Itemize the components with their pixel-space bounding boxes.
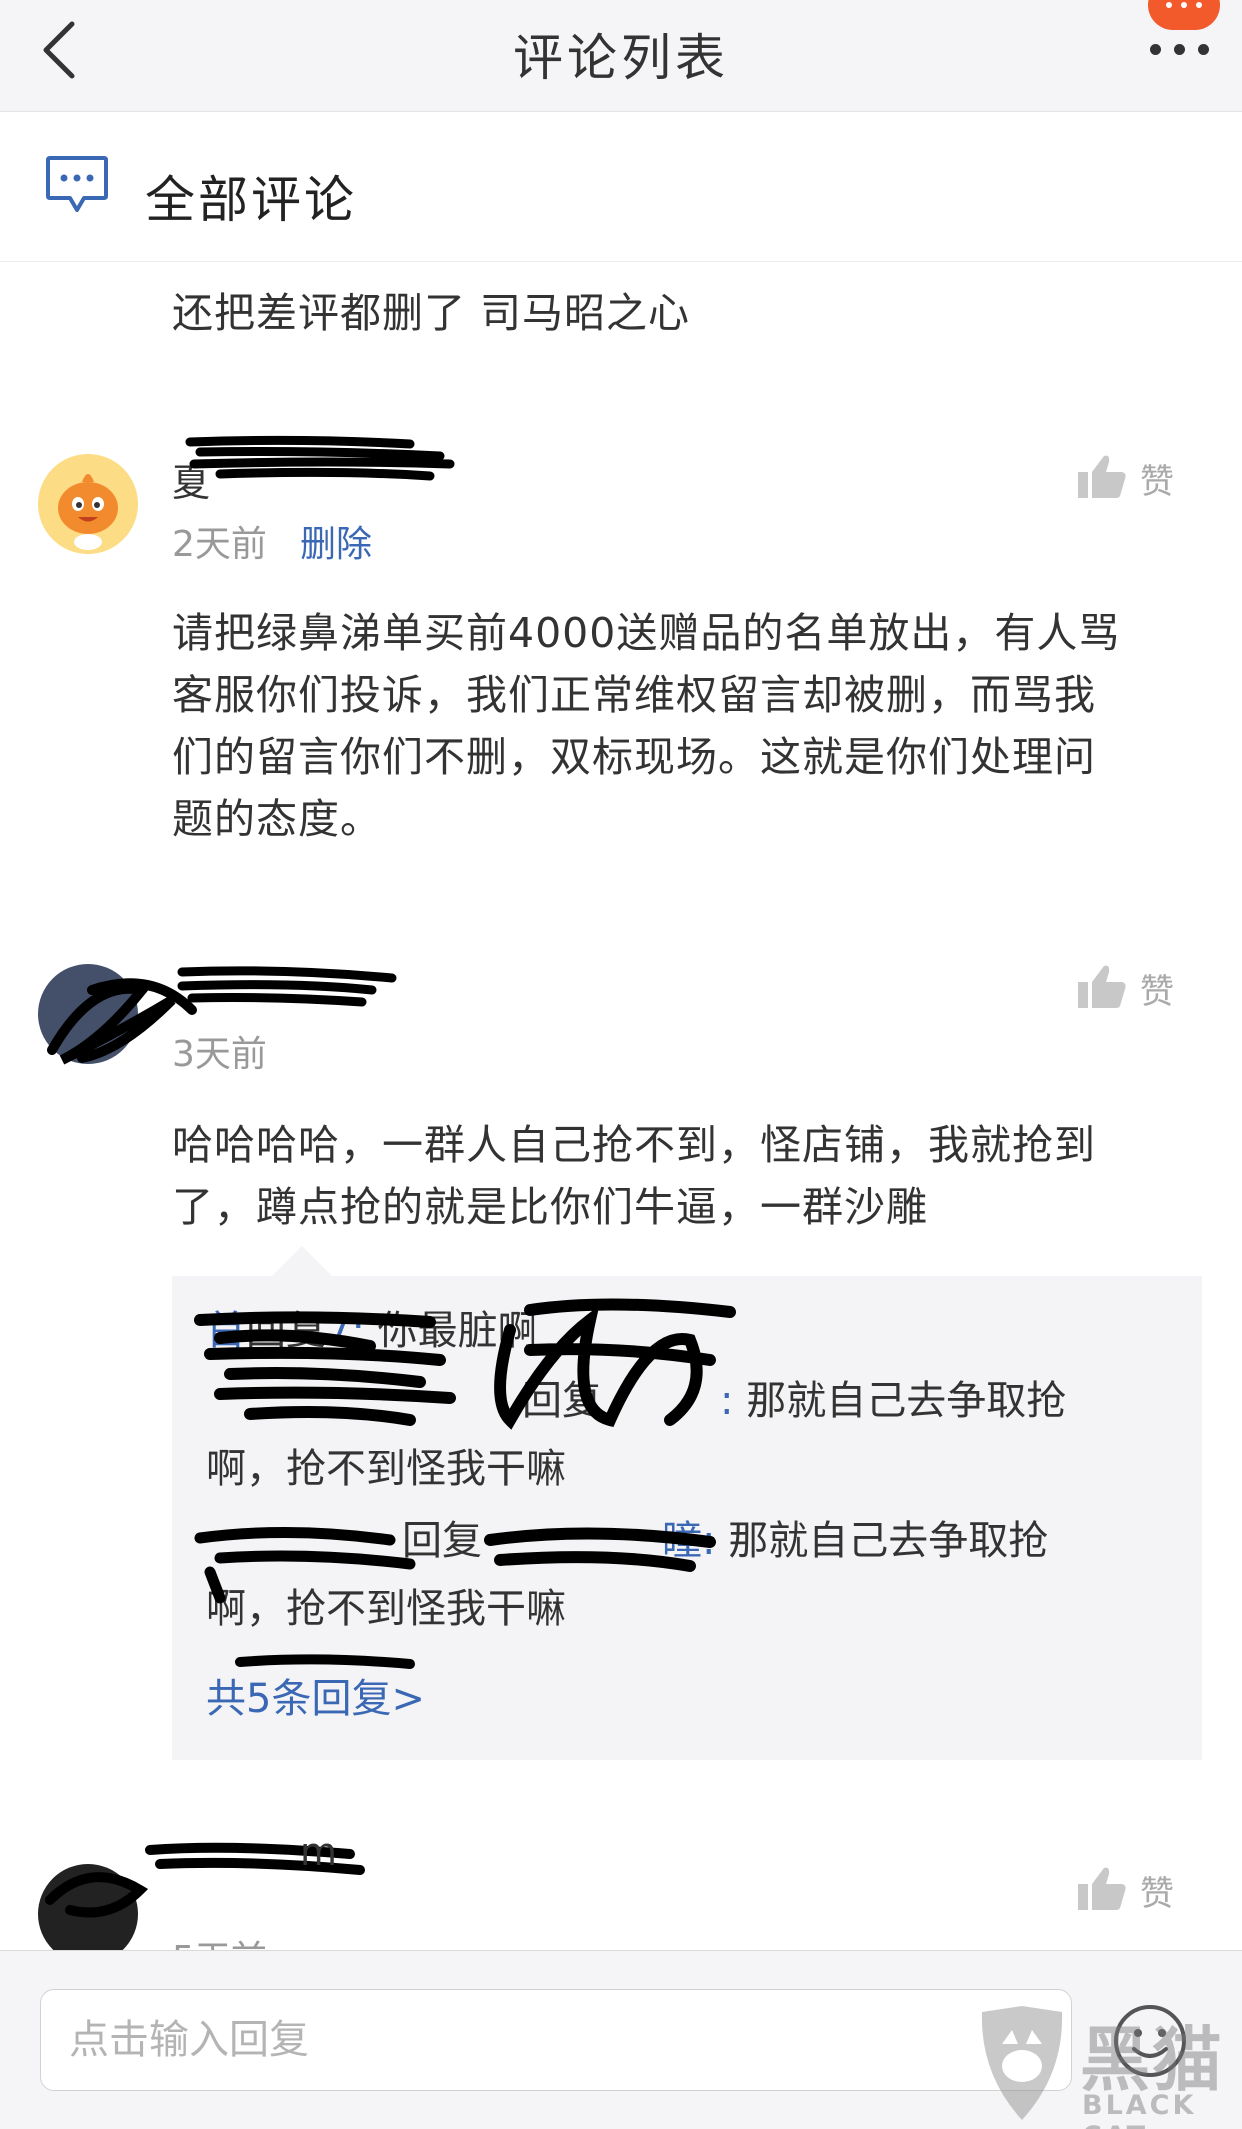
comment-line: 哈哈哈哈，一群人自己抢不到，怪店铺，我就抢到 xyxy=(172,1121,1096,1169)
reply-target[interactable]: 瞳: xyxy=(662,1518,715,1564)
reply-item[interactable]: 回复: 那就自己去争取抢 xyxy=(522,1366,1066,1436)
reply-continuation: 啊，抢不到怪我干嘛 xyxy=(206,1446,566,1492)
comment-time: 3天前 xyxy=(172,1034,267,1075)
like-label: 赞 xyxy=(1140,462,1174,502)
like-button[interactable]: 赞 xyxy=(1076,958,1196,1018)
comment-username[interactable]: m xyxy=(300,1830,337,1874)
blackcat-watermark: 黑猫 BLACK CAT xyxy=(970,2000,1242,2129)
comment-body: 哈哈哈哈，一群人自己抢不到，怪店铺，我就抢到 了，蹲点抢的就是比你们牛逼，一群沙… xyxy=(172,1114,1096,1238)
comment-line: 请把绿鼻涕单买前4000送赠品的名单放出，有人骂 xyxy=(172,609,1121,657)
reply-author[interactable]: 首 xyxy=(206,1308,246,1354)
mascot-avatar-icon xyxy=(38,454,138,554)
thumbs-up-icon xyxy=(1078,455,1126,498)
reply-verb: 回复 xyxy=(522,1378,602,1424)
previous-comment-text: 还把差评都删了 司马昭之心 xyxy=(172,289,691,337)
like-button[interactable]: 赞 xyxy=(1076,1860,1196,1920)
notification-badge xyxy=(1148,0,1220,30)
like-button[interactable]: 赞 xyxy=(1076,448,1196,508)
reply-text: 那就自己去争取抢 xyxy=(728,1518,1049,1564)
avatar[interactable] xyxy=(38,1864,138,1964)
more-replies-link[interactable]: 共5条回复> xyxy=(206,1666,425,1724)
section-title: 全部评论 xyxy=(145,171,357,229)
like-label: 赞 xyxy=(1140,972,1174,1012)
comment-line: 了，蹲点抢的就是比你们牛逼，一群沙雕 xyxy=(172,1183,928,1231)
reply-verb: 回复 xyxy=(402,1518,482,1564)
avatar[interactable] xyxy=(38,454,138,554)
watermark-en: BLACK CAT xyxy=(1082,2090,1197,2129)
cat-shield-logo-icon xyxy=(981,2006,1063,2120)
reply-text: 你最脏啊 xyxy=(377,1308,538,1354)
comment-bubble-icon xyxy=(46,156,108,212)
comment-line: 们的留言你们不删，双标现场。这就是你们处理问 xyxy=(172,733,1096,781)
redaction-scribble xyxy=(185,435,455,481)
page-title: 评论列表 xyxy=(513,29,729,87)
comment-time: 2天前 xyxy=(172,524,267,565)
more-options-icon[interactable] xyxy=(1142,38,1222,62)
reply-target[interactable]: 7: xyxy=(326,1308,365,1354)
reply-item[interactable]: 回复 瞳: 那就自己去争取抢 xyxy=(402,1506,1048,1576)
all-comments-header: 全部评论 xyxy=(0,112,1242,262)
reply-thread: 首回复7: 你最脏啊 回复: 那就自己去争取抢 啊，抢不到怪我干嘛 回复 瞳: 那… xyxy=(172,1246,1202,1760)
reply-text: 那就自己去争取抢 xyxy=(746,1378,1067,1424)
reply-verb: 回复 xyxy=(246,1308,326,1354)
thumbs-up-icon xyxy=(1078,965,1126,1008)
avatar[interactable] xyxy=(38,964,138,1064)
reply-continuation: 啊，抢不到怪我干嘛 xyxy=(206,1586,566,1632)
comment-body: 请把绿鼻涕单买前4000送赠品的名单放出，有人骂 客服你们投诉，我们正常维权留言… xyxy=(172,602,1120,850)
delete-link[interactable]: 删除 xyxy=(300,515,372,567)
like-label: 赞 xyxy=(1140,1874,1174,1914)
comment-username[interactable]: 夏 xyxy=(172,452,210,507)
reply-target[interactable]: : xyxy=(720,1378,733,1424)
reply-item[interactable]: 首回复7: 你最脏啊 xyxy=(206,1296,538,1366)
comment-line: 题的态度。 xyxy=(172,795,382,843)
comment-line: 客服你们投诉，我们正常维权留言却被删，而骂我 xyxy=(172,671,1096,719)
reply-input[interactable] xyxy=(40,1989,1072,2091)
thumbs-up-icon xyxy=(1078,1867,1126,1910)
nav-bar: 评论列表 xyxy=(0,0,1242,112)
